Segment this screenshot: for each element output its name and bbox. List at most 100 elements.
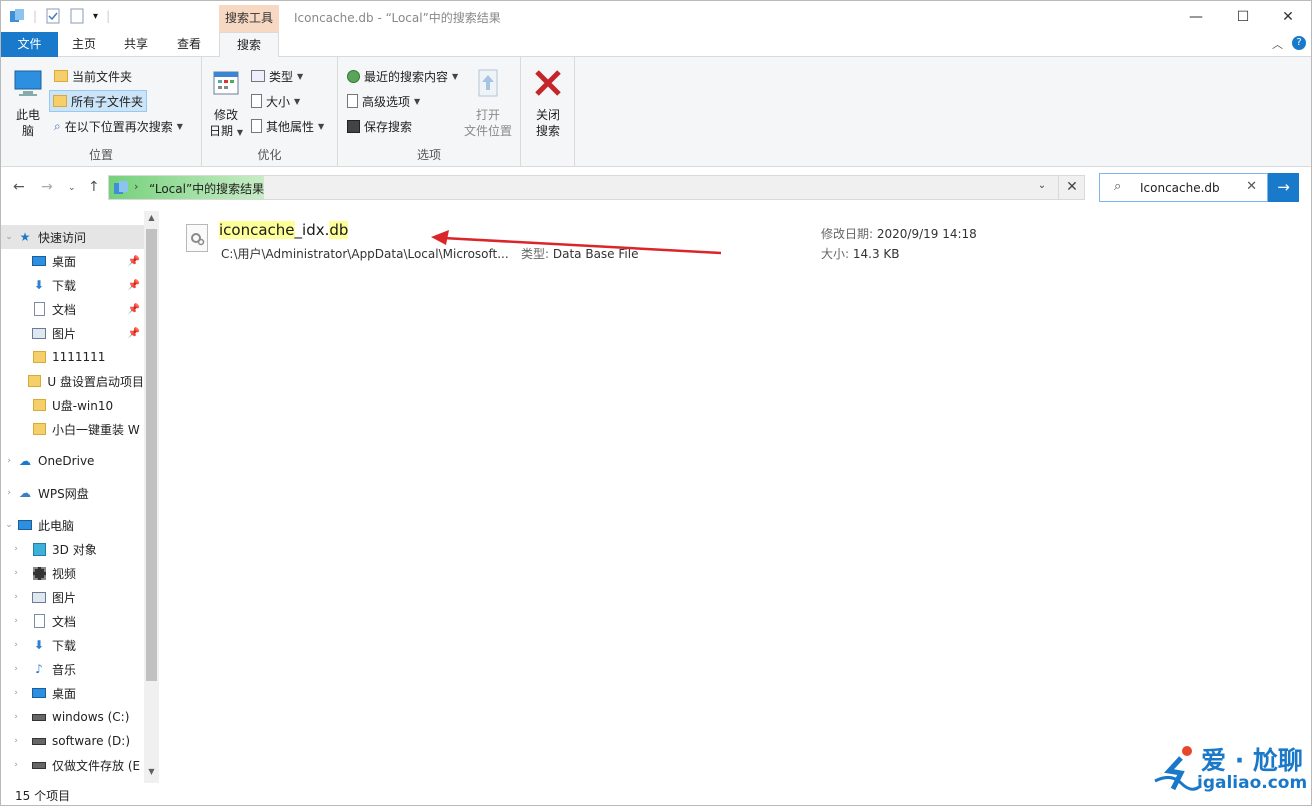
quick-access-entry-item[interactable]: 桌面 📌 bbox=[1, 249, 144, 273]
this-pc-entry-item[interactable]: › ♪ 音乐 bbox=[1, 657, 144, 681]
pin-icon[interactable]: 📌 bbox=[128, 304, 140, 315]
properties-icon[interactable] bbox=[45, 8, 61, 24]
current-folder-button[interactable]: 当前文件夹 bbox=[51, 65, 135, 87]
search-go-button[interactable]: → bbox=[1268, 173, 1299, 202]
other-properties-button[interactable]: 其他属性 ▼ bbox=[248, 115, 327, 137]
advanced-options-icon bbox=[347, 94, 358, 108]
pin-icon[interactable]: 📌 bbox=[128, 280, 140, 291]
tab-file[interactable]: 文件 bbox=[1, 32, 58, 57]
tab-share[interactable]: 共享 bbox=[115, 32, 157, 57]
expand-chevron-icon[interactable]: › bbox=[1, 760, 31, 770]
file-date: 修改日期: 2020/9/19 14:18 bbox=[821, 225, 977, 242]
maximize-button[interactable]: ☐ bbox=[1220, 1, 1266, 32]
tab-view[interactable]: 查看 bbox=[168, 32, 210, 57]
collapse-ribbon-icon[interactable]: ︿ bbox=[1272, 36, 1283, 52]
quick-access-entry-item[interactable]: 1111111 bbox=[1, 345, 144, 369]
file-name[interactable]: iconcache_idx.db bbox=[219, 221, 349, 239]
this-pc-entry-item[interactable]: › 3D 对象 bbox=[1, 537, 144, 561]
type-button[interactable]: 类型 ▼ bbox=[248, 65, 306, 87]
this-pc-entry-item[interactable]: › 视频 bbox=[1, 561, 144, 585]
scroll-down-icon[interactable]: ▼ bbox=[144, 767, 159, 783]
search-input[interactable]: Iconcache.db bbox=[1140, 181, 1220, 195]
new-folder-icon[interactable] bbox=[69, 8, 85, 24]
open-file-location-button[interactable]: 打开 文件位置 bbox=[460, 67, 516, 139]
expand-chevron-icon[interactable]: › bbox=[1, 544, 31, 554]
all-subfolders-label: 所有子文件夹 bbox=[71, 94, 144, 109]
this-pc-entry-item[interactable]: › 图片 bbox=[1, 585, 144, 609]
this-pc-item[interactable]: ⌄ 此电脑 bbox=[1, 513, 144, 537]
this-pc-button[interactable]: 此电 脑 bbox=[9, 67, 47, 139]
folder-icon bbox=[54, 70, 68, 82]
expand-chevron-icon[interactable]: › bbox=[1, 568, 31, 578]
up-arrow-icon[interactable]: ↑ bbox=[88, 179, 100, 195]
expand-chevron-icon[interactable]: › bbox=[1, 488, 17, 498]
date-modified-button[interactable]: 修改 日期 ▼ bbox=[208, 67, 244, 141]
this-pc-entry-item[interactable]: › 仅做文件存放 (E bbox=[1, 753, 144, 777]
address-dropdown-icon[interactable]: ⌄ bbox=[1032, 180, 1052, 191]
save-search-button[interactable]: 保存搜索 bbox=[344, 115, 415, 137]
quick-access-entry-item[interactable]: ⬇ 下载 📌 bbox=[1, 273, 144, 297]
close-search-button[interactable]: 关闭 搜索 bbox=[527, 67, 569, 139]
expand-chevron-icon[interactable]: › bbox=[1, 712, 31, 722]
scroll-thumb[interactable] bbox=[146, 229, 157, 681]
quick-access-item[interactable]: ⌄ ★ 快速访问 bbox=[1, 225, 144, 249]
tab-search[interactable]: 搜索 bbox=[219, 32, 279, 58]
nav-scrollbar[interactable]: ▲ ▼ bbox=[144, 211, 159, 783]
tab-home[interactable]: 主页 bbox=[63, 32, 105, 57]
expand-chevron-icon[interactable]: › bbox=[1, 592, 31, 602]
this-pc-entry-item[interactable]: › 桌面 bbox=[1, 681, 144, 705]
status-bar: 15 个项目 bbox=[1, 783, 1311, 805]
recent-searches-button[interactable]: 最近的搜索内容 ▼ bbox=[344, 65, 461, 87]
back-arrow-icon[interactable]: ← bbox=[13, 179, 25, 195]
search-again-button[interactable]: ⌕ 在以下位置再次搜索 ▼ bbox=[51, 115, 186, 137]
cloud-outline-icon: ☁ bbox=[19, 486, 31, 500]
expand-chevron-icon[interactable]: › bbox=[1, 688, 31, 698]
forward-arrow-icon[interactable]: → bbox=[41, 179, 53, 195]
this-pc-entry-label: software (D:) bbox=[52, 734, 130, 748]
refine-group: 修改 日期 ▼ 类型 ▼ 大小 ▼ 其他属性 ▼ 优化 bbox=[202, 57, 338, 167]
collapse-chevron-icon[interactable]: ⌄ bbox=[1, 232, 17, 242]
clear-search-icon[interactable]: ✕ bbox=[1246, 179, 1257, 194]
address-bar[interactable]: › “Local”中的搜索结果 ⌄ bbox=[108, 175, 1085, 200]
breadcrumb-chevron-icon[interactable]: › bbox=[134, 180, 138, 193]
runner-logo-icon bbox=[1154, 746, 1200, 791]
all-subfolders-button[interactable]: 所有子文件夹 bbox=[49, 90, 148, 112]
advanced-options-button[interactable]: 高级选项 ▼ bbox=[344, 90, 423, 112]
expand-chevron-icon[interactable]: › bbox=[1, 640, 31, 650]
onedrive-item[interactable]: › ☁ OneDrive bbox=[1, 449, 144, 473]
quick-access-entry-item[interactable]: 文档 📌 bbox=[1, 297, 144, 321]
address-path[interactable]: “Local”中的搜索结果 bbox=[149, 180, 264, 197]
video-icon bbox=[31, 565, 47, 581]
help-icon[interactable]: ? bbox=[1292, 36, 1306, 50]
explorer-app-icon[interactable] bbox=[9, 8, 25, 24]
collapse-chevron-icon[interactable]: ⌄ bbox=[1, 520, 17, 530]
expand-chevron-icon[interactable]: › bbox=[1, 664, 31, 674]
scroll-up-icon[interactable]: ▲ bbox=[144, 213, 159, 229]
this-pc-entry-item[interactable]: › windows (C:) bbox=[1, 705, 144, 729]
search-box[interactable]: ⌕ Iconcache.db ✕ bbox=[1099, 173, 1268, 202]
quick-access-entry-item[interactable]: 图片 📌 bbox=[1, 321, 144, 345]
pin-icon[interactable]: 📌 bbox=[128, 256, 140, 267]
quick-access-entry-item[interactable]: 小白一键重装 W bbox=[1, 417, 144, 441]
quick-access-entry-item[interactable]: U盘-win10 bbox=[1, 393, 144, 417]
wps-item[interactable]: › ☁ WPS网盘 bbox=[1, 481, 144, 505]
customize-qa-icon[interactable]: ▾ bbox=[93, 11, 98, 22]
cloud-icon: ☁ bbox=[19, 454, 31, 468]
expand-chevron-icon[interactable]: › bbox=[1, 616, 31, 626]
open-location-label-1: 打开 bbox=[475, 108, 500, 122]
pin-icon[interactable]: 📌 bbox=[128, 328, 140, 339]
this-pc-entry-item[interactable]: › software (D:) bbox=[1, 729, 144, 753]
this-pc-entry-item[interactable]: › ⬇ 下载 bbox=[1, 633, 144, 657]
search-results-icon bbox=[114, 181, 128, 194]
item-count: 15 个项目 bbox=[15, 789, 71, 803]
stop-search-button[interactable]: ✕ bbox=[1058, 175, 1085, 200]
this-pc-entry-label: 桌面 bbox=[52, 686, 77, 701]
minimize-button[interactable]: — bbox=[1173, 1, 1219, 32]
expand-chevron-icon[interactable]: › bbox=[1, 456, 17, 466]
expand-chevron-icon[interactable]: › bbox=[1, 736, 31, 746]
quick-access-entry-item[interactable]: U 盘设置启动项目 bbox=[1, 369, 144, 393]
this-pc-entry-item[interactable]: › 文档 bbox=[1, 609, 144, 633]
recent-locations-icon[interactable]: ⌄ bbox=[68, 183, 76, 193]
size-button[interactable]: 大小 ▼ bbox=[248, 90, 303, 112]
close-button[interactable]: ✕ bbox=[1265, 1, 1311, 32]
